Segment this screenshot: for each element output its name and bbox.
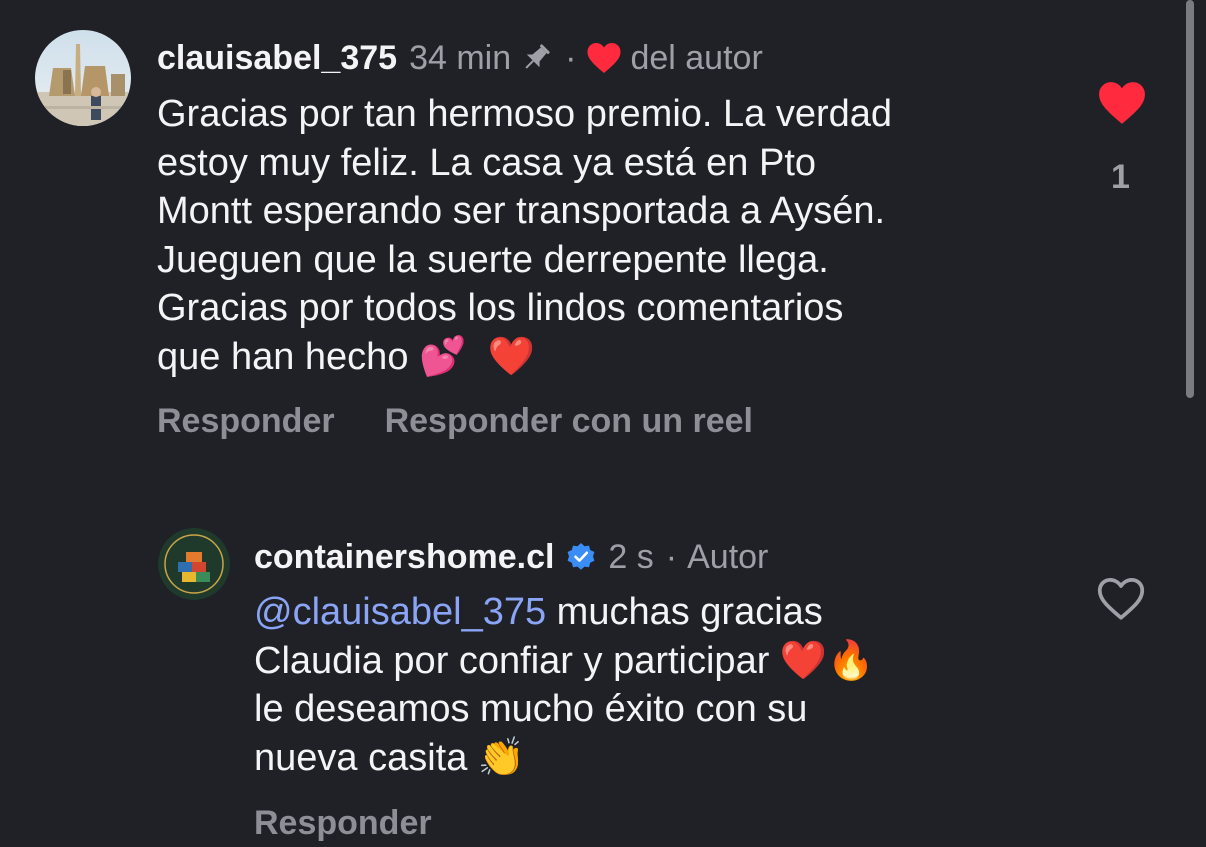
like-heart-filled-icon[interactable] (1097, 80, 1147, 126)
timestamp: 2 s (608, 537, 654, 576)
avatar[interactable] (158, 528, 230, 600)
mention-link[interactable]: @clauisabel_375 (254, 591, 546, 633)
username[interactable]: containershome.cl (254, 538, 554, 577)
reply-button[interactable]: Responder (157, 402, 335, 441)
comment-containershome: containershome.cl 2 s · Autor @clauisabe… (158, 528, 1188, 847)
username[interactable]: clauisabel_375 (157, 39, 397, 78)
heart-outline-icon[interactable] (1096, 576, 1146, 622)
comment-clauisabel: clauisabel_375 34 min · del autor Gracia… (35, 30, 1185, 460)
like-count[interactable]: 1 (1111, 158, 1130, 197)
timestamp: 34 min (409, 38, 512, 77)
comment-actions: Responder (254, 804, 432, 843)
reply-button[interactable]: Responder (254, 804, 432, 843)
comment-header: clauisabel_375 34 min · del autor (157, 37, 763, 79)
comment-actions: Responder Responder con un reel (157, 402, 753, 441)
scrollbar[interactable] (1186, 0, 1194, 398)
heart-icon (586, 41, 622, 75)
separator: · (665, 537, 678, 576)
separator: · (565, 38, 577, 77)
author-like-label: del autor (630, 38, 763, 77)
pin-icon (519, 41, 553, 75)
reply-with-reel-button[interactable]: Responder con un reel (385, 402, 753, 441)
comment-text: Gracias por tan hermoso premio. La verda… (157, 93, 893, 378)
author-label: Autor (687, 537, 769, 576)
verified-badge-icon (566, 542, 596, 572)
comments-screen: clauisabel_375 34 min · del autor Gracia… (0, 0, 1206, 847)
avatar[interactable] (35, 30, 131, 126)
comment-header: containershome.cl 2 s · Autor (254, 536, 768, 578)
comment-text: @clauisabel_375 muchas gracias Claudia p… (254, 588, 1074, 782)
